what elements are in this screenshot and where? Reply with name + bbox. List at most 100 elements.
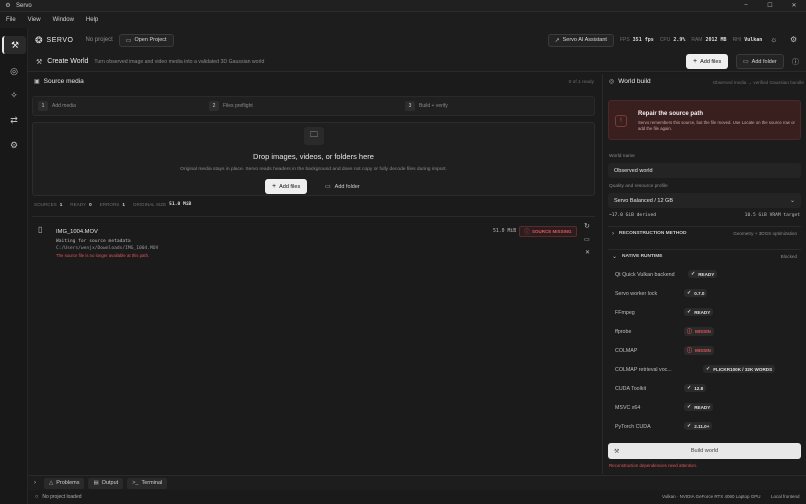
errors-value: 1 bbox=[122, 202, 125, 207]
refresh-icon[interactable]: ↻ bbox=[584, 222, 590, 230]
file-path: C:/Users/wenjx/Downloads/IMG_1004.MOV bbox=[56, 246, 159, 251]
ram-label: RAM bbox=[691, 37, 703, 43]
tab-terminal-label: Terminal bbox=[141, 480, 163, 486]
tab-problems[interactable]: △ Problems bbox=[44, 477, 85, 489]
chevron-right-icon[interactable]: › bbox=[34, 480, 36, 486]
step-3: 3 Build + verify bbox=[405, 101, 448, 111]
info-icon[interactable]: ⓘ bbox=[792, 57, 799, 67]
cpu-label: CPU bbox=[659, 37, 671, 43]
runtime-name: COLMAP retrieval voc... bbox=[615, 367, 672, 373]
alert-circle-icon: ⓘ bbox=[687, 348, 693, 354]
runtime-row: COLMAP retrieval voc... ✓ FLICKR100K / 32K… bbox=[608, 362, 801, 378]
tab-output[interactable]: ▤ Output bbox=[88, 477, 124, 489]
settings-icon: ⚙ bbox=[9, 139, 19, 150]
source-title: Source media bbox=[43, 78, 84, 85]
settings-gear-icon[interactable]: ⚙ bbox=[790, 35, 797, 44]
assistant-icon: ↗ bbox=[554, 37, 560, 44]
folder-icon: ▭ bbox=[125, 37, 132, 44]
drop-add-folder-button[interactable]: ▭ Add folder bbox=[319, 179, 366, 194]
world-name-input[interactable]: Observed world bbox=[608, 163, 801, 178]
runtime-value: 12.8 bbox=[694, 385, 704, 391]
minimize-button[interactable]: – bbox=[734, 2, 758, 9]
runtime-label: NATIVE RUNTIME bbox=[622, 254, 663, 259]
warning-icon: △ bbox=[49, 480, 54, 486]
runtime-name: Qt Quick Vulkan backend bbox=[615, 272, 675, 278]
status-bar: ○ No project loaded Vulkan · NVIDIA GeFo… bbox=[28, 490, 806, 504]
check-icon: ✓ bbox=[687, 290, 692, 296]
vram-target: 10.5 GiB VRAM target bbox=[744, 213, 800, 218]
output-icon: ▤ bbox=[93, 480, 99, 486]
drop-add-files-label: Add files bbox=[279, 183, 301, 190]
page-subtitle: Turn observed image and video media into… bbox=[94, 58, 265, 65]
drop-title: Drop images, videos, or folders here bbox=[253, 152, 374, 161]
maximize-button[interactable]: ☐ bbox=[758, 2, 782, 9]
repair-alert: ! Repair the source path Servo remembers… bbox=[608, 100, 801, 140]
status-project: No project loaded bbox=[42, 494, 82, 500]
step-1: 1 Add media bbox=[38, 101, 76, 111]
profile-value: Servo Balanced / 12 GB bbox=[614, 197, 674, 204]
runtime-row: MSVC x64 ✓ READY bbox=[608, 400, 801, 416]
drop-add-files-button[interactable]: + Add files bbox=[265, 179, 308, 194]
file-name: IMG_1004.MOV bbox=[56, 229, 98, 235]
source-file-row[interactable]: ▯ IMG_1004.MOV Waiting for source metada… bbox=[32, 216, 595, 258]
top-bar: ❂ SERVO No project ▭ Open Project ↗ Serv… bbox=[28, 28, 806, 52]
sidebar-item-effects[interactable]: ✧ bbox=[2, 86, 26, 104]
step-1-num: 1 bbox=[38, 101, 48, 111]
runtime-ready-badge: ✓ READY bbox=[684, 403, 714, 411]
menu-file[interactable]: File bbox=[6, 17, 16, 23]
check-icon: ✓ bbox=[687, 423, 692, 429]
header-add-files-label: Add files bbox=[700, 58, 722, 65]
window-title: Servo bbox=[16, 2, 32, 9]
file-status: Waiting for source metadata bbox=[56, 239, 131, 244]
remove-icon[interactable]: ✕ bbox=[585, 249, 590, 256]
runtime-ready-badge: ✓ READY bbox=[688, 270, 718, 278]
drop-subtitle: Original media stays in place. Servo rea… bbox=[180, 167, 447, 172]
build-world-button[interactable]: ⚒ Build world bbox=[608, 443, 801, 459]
size-value: 51.0 MiB bbox=[169, 202, 192, 207]
alert-icon: ! bbox=[615, 115, 627, 127]
drop-zone[interactable]: 🗀 Drop images, videos, or folders here O… bbox=[32, 122, 595, 196]
size-label: ORIGINAL SIZE bbox=[132, 202, 167, 207]
runtime-status: Blocked bbox=[780, 254, 797, 259]
runtime-name: ffprobe bbox=[615, 329, 632, 335]
menu-view[interactable]: View bbox=[28, 17, 41, 23]
runtime-name: MSVC x64 bbox=[615, 405, 641, 411]
ai-assistant-button[interactable]: ↗ Servo AI Assistant bbox=[547, 33, 614, 47]
header-add-files-button[interactable]: + Add files bbox=[686, 54, 729, 69]
sidebar-item-media[interactable]: ⇄ bbox=[2, 111, 26, 129]
cpu-value: 2.9% bbox=[673, 37, 686, 43]
bottom-panel-bar: › △ Problems ▤ Output >_ Terminal bbox=[28, 475, 806, 490]
alert-circle-icon: ⓘ bbox=[524, 230, 531, 236]
runtime-value: 2.11.0+ bbox=[694, 423, 710, 429]
header-add-folder-label: Add folder bbox=[751, 58, 777, 65]
theme-toggle-icon[interactable]: ☼ bbox=[770, 35, 777, 44]
open-project-button[interactable]: ▭ Open Project bbox=[118, 33, 174, 47]
menu-help[interactable]: Help bbox=[86, 17, 98, 23]
sources-value: 1 bbox=[59, 202, 63, 207]
ready-label: READY bbox=[70, 202, 87, 207]
close-window-button[interactable]: ✕ bbox=[782, 2, 806, 9]
plus-icon: + bbox=[693, 58, 698, 65]
tab-terminal[interactable]: >_ Terminal bbox=[127, 477, 168, 489]
menu-window[interactable]: Window bbox=[53, 17, 74, 23]
world-subtitle: Observed media → verified Gaussian bundl… bbox=[712, 80, 804, 85]
runtime-name: CUDA Toolkit bbox=[615, 386, 647, 392]
file-size: 51.0 MiB bbox=[493, 229, 517, 234]
source-missing-label: SOURCE MISSING bbox=[532, 229, 572, 234]
sidebar-item-settings[interactable]: ⚙ bbox=[2, 136, 26, 154]
profile-select[interactable]: Servo Balanced / 12 GB ⌄ bbox=[608, 193, 801, 208]
status-circle-icon: ○ bbox=[35, 494, 39, 500]
native-runtime-row[interactable]: ⌄ NATIVE RUNTIME Blocked bbox=[608, 249, 801, 263]
runtime-row: ffprobe ⓘ MISSIN bbox=[608, 324, 801, 340]
header-add-folder-button[interactable]: ▭ Add folder bbox=[736, 54, 784, 69]
runtime-row: Qt Quick Vulkan backend ✓ READY bbox=[608, 267, 801, 283]
app-logo-icon: ⚙ bbox=[5, 3, 11, 9]
build-note: Reconstruction dependencies need attenti… bbox=[609, 463, 698, 468]
sidebar-item-world[interactable]: ◎ bbox=[2, 62, 26, 80]
runtime-ready-badge: ✓ READY bbox=[684, 308, 714, 316]
locate-folder-icon[interactable]: ▭ bbox=[584, 236, 590, 243]
recon-method-row[interactable]: › RECONSTRUCTION METHOD Geometry + 3DGS … bbox=[608, 226, 801, 240]
recon-label: RECONSTRUCTION METHOD bbox=[619, 231, 687, 236]
sidebar-item-create[interactable]: ⚒ bbox=[2, 36, 26, 54]
swap-icon: ⇄ bbox=[10, 114, 18, 125]
